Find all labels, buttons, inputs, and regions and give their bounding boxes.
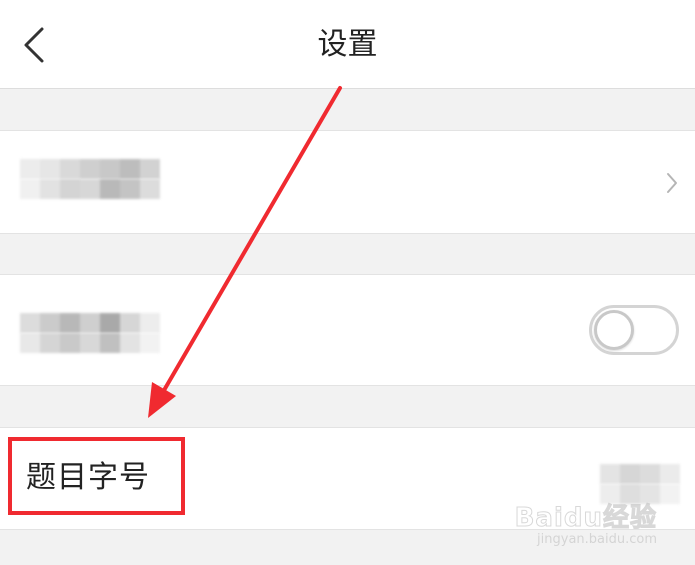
section-gap [0,234,695,274]
page-title: 设置 [317,27,378,62]
toggle-switch[interactable] [589,305,679,355]
obscured-label-lower [20,179,160,199]
back-button[interactable] [14,20,58,70]
obscured-label [20,159,160,179]
question-font-size-label: 题目字号 [26,460,150,495]
chevron-left-icon [24,27,44,63]
nav-header: 设置 [0,0,695,89]
toggle-knob [594,310,634,350]
section-gap [0,89,695,130]
obscured-label [20,313,160,333]
section-gap [0,386,695,427]
settings-page: 设置 题目字号 Baidu经验 jingyan.baidu.com [0,0,695,565]
obscured-label-lower [20,333,160,353]
chevron-right-icon [667,173,677,193]
obscured-value [600,464,680,484]
settings-row-obscured-2 [0,274,695,386]
settings-row-obscured-1[interactable] [0,130,695,234]
section-gap [0,530,695,565]
obscured-value-lower [600,484,680,504]
settings-row-question-font-size[interactable]: 题目字号 [0,427,695,530]
